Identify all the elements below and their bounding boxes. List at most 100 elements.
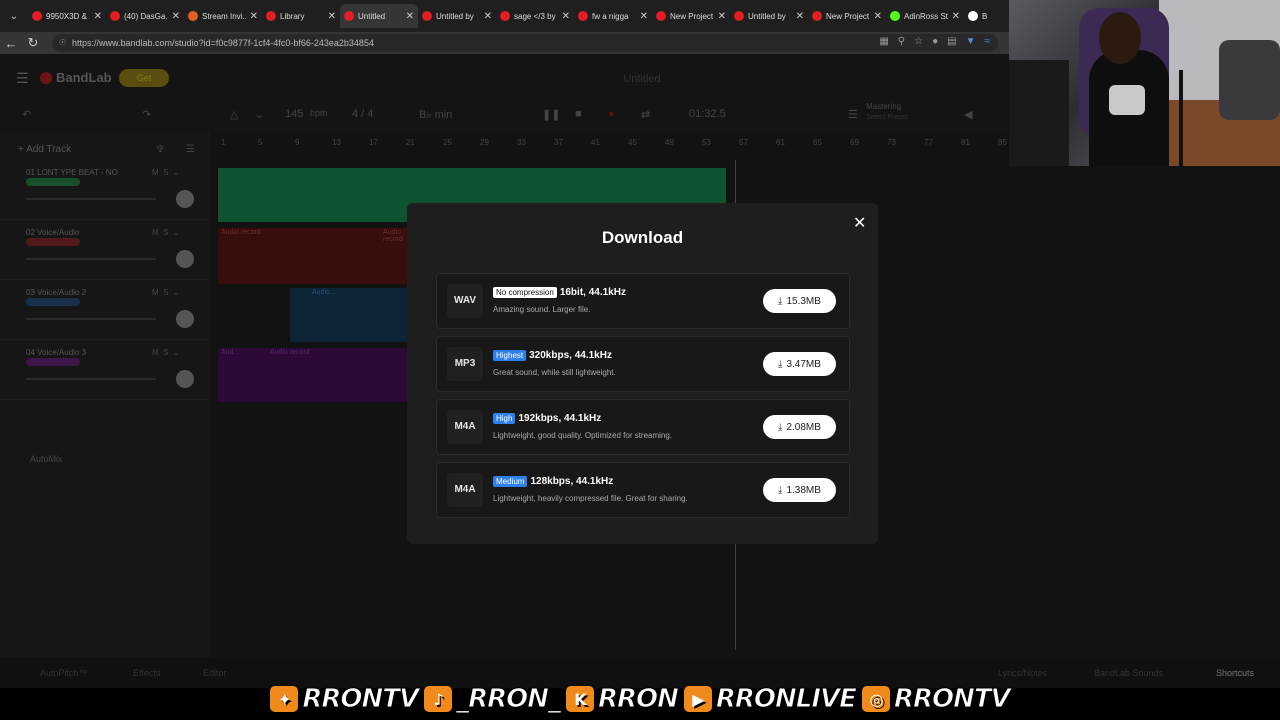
tab-close-icon[interactable]: ✕ — [406, 11, 414, 22]
track-header[interactable]: 04 Voice/Audio 3 M S ⌄ — [0, 340, 210, 400]
stop-button[interactable]: ■ — [575, 108, 582, 120]
track-header[interactable]: 02 Voice/Audio M S ⌄ — [0, 220, 210, 280]
automix-label[interactable]: AutoMix — [30, 454, 63, 464]
browser-tab[interactable]: Untitled by ✕ — [418, 4, 496, 28]
tune-icon[interactable]: ✞ — [156, 144, 164, 155]
reload-icon[interactable]: ↻ — [22, 35, 44, 51]
effects-button[interactable]: Effects — [133, 668, 160, 678]
tab-search-icon[interactable]: ⌄ — [4, 6, 24, 26]
editor-button[interactable]: Editor — [203, 668, 227, 678]
mute-solo-buttons[interactable]: M S ⌄ — [152, 288, 180, 297]
pan-knob[interactable] — [176, 370, 194, 388]
audio-clip[interactable]: Audio... — [290, 288, 408, 342]
redo-icon[interactable]: ↷ — [142, 108, 151, 121]
tab-close-icon[interactable]: ✕ — [484, 11, 492, 22]
add-track-button[interactable]: + Add Track — [18, 144, 71, 155]
download-button[interactable]: ⤓ 2.08MB — [763, 415, 836, 439]
browser-tab[interactable]: AdinRoss St ✕ — [886, 4, 964, 28]
browser-tab[interactable]: Library ✕ — [262, 4, 340, 28]
track-name[interactable]: 03 Voice/Audio 2 — [26, 288, 86, 297]
cast-icon[interactable]: ≈ — [985, 36, 991, 47]
hamburger-menu-icon[interactable]: ☰ — [16, 70, 29, 87]
apps-icon[interactable]: ▦ — [879, 36, 888, 47]
mastering-icon[interactable]: ☰ — [848, 108, 858, 121]
browser-tab[interactable]: (40) DasGa... ✕ — [106, 4, 184, 28]
track-instrument-tag[interactable] — [26, 238, 80, 246]
tab-favicon-icon — [266, 11, 276, 21]
tab-close-icon[interactable]: ✕ — [562, 11, 570, 22]
download-button[interactable]: ⤓ 3.47MB — [763, 352, 836, 376]
project-title[interactable]: Untitled — [600, 73, 684, 85]
pause-button[interactable]: ❚❚ — [542, 108, 560, 121]
download-button[interactable]: ⤓ 1.38MB — [763, 478, 836, 502]
audio-clip[interactable]: Aud... Audio record — [218, 348, 408, 402]
browser-tab[interactable]: Stream Invi... ✕ — [184, 4, 262, 28]
browser-tab[interactable]: 9950X3D & ... ✕ — [28, 4, 106, 28]
undo-icon[interactable]: ↶ — [22, 108, 31, 121]
bandlab-logo[interactable]: BandLab — [40, 70, 112, 85]
record-button[interactable]: ● — [608, 108, 615, 120]
back-icon[interactable]: ← — [0, 36, 22, 51]
tab-close-icon[interactable]: ✕ — [94, 11, 102, 22]
track-instrument-tag[interactable] — [26, 178, 80, 186]
timeline-ruler[interactable]: 1 5 9 13 17 21 25 29 33 37 41 45 49 53 57 61 65 69 73 77 81 8… — [216, 132, 1010, 154]
shield-icon[interactable]: ▼ — [966, 36, 976, 47]
zoom-icon[interactable]: ⚲ — [898, 36, 905, 47]
time-signature[interactable]: 4 / 4 — [352, 108, 373, 120]
loop-button[interactable]: ⇄ — [641, 108, 650, 121]
autopitch-button[interactable]: AutoPitch™ — [40, 668, 88, 678]
chevron-down-icon[interactable]: ⌄ — [255, 108, 264, 121]
track-instrument-tag[interactable] — [26, 358, 80, 366]
track-name[interactable]: 01 LONT YPE BEAT - NO — [26, 168, 118, 177]
site-info-icon[interactable]: ☉ — [59, 38, 66, 47]
mute-solo-buttons[interactable]: M S ⌄ — [152, 228, 180, 237]
volume-slider[interactable] — [26, 258, 156, 260]
shortcuts-button[interactable]: Shortcuts — [1216, 668, 1254, 678]
lyrics-notes-button[interactable]: Lyrics/Notes — [998, 668, 1047, 678]
download-button[interactable]: ⤓ 15.3MB — [763, 289, 836, 313]
tab-close-icon[interactable]: ✕ — [328, 11, 336, 22]
metronome-icon[interactable]: △ — [230, 108, 238, 121]
tab-close-icon[interactable]: ✕ — [250, 11, 258, 22]
get-membership-button[interactable]: Get — [119, 69, 169, 87]
track-instrument-tag[interactable] — [26, 298, 80, 306]
bookmark-icon[interactable]: ☆ — [914, 36, 923, 47]
tab-close-icon[interactable]: ✕ — [952, 11, 960, 22]
audio-clip[interactable]: Audio record Audio record — [218, 228, 408, 284]
mixer-icon[interactable]: ☰ — [186, 144, 195, 155]
volume-slider[interactable] — [26, 378, 156, 380]
mastering-preset[interactable]: Select Preset — [866, 114, 908, 121]
browser-tab[interactable]: New Project ✕ — [808, 4, 886, 28]
browser-tab[interactable]: Untitled by ✕ — [730, 4, 808, 28]
url-input[interactable]: ☉ https://www.bandlab.com/studio?id=f0c9… — [52, 34, 998, 52]
extensions-icon[interactable]: ▤ — [947, 36, 956, 47]
browser-tab[interactable]: sage </3 by ✕ — [496, 4, 574, 28]
bandlab-sounds-button[interactable]: BandLab Sounds — [1094, 668, 1163, 678]
browser-tab[interactable]: New Project ✕ — [652, 4, 730, 28]
tab-close-icon[interactable]: ✕ — [718, 11, 726, 22]
mute-solo-buttons[interactable]: M S ⌄ — [152, 348, 180, 357]
mastering-label[interactable]: Mastering — [866, 102, 901, 111]
mic-icon[interactable]: ● — [932, 36, 938, 47]
tab-close-icon[interactable]: ✕ — [796, 11, 804, 22]
pan-knob[interactable] — [176, 250, 194, 268]
tab-close-icon[interactable]: ✕ — [640, 11, 648, 22]
track-name[interactable]: 04 Voice/Audio 3 — [26, 348, 86, 357]
tab-close-icon[interactable]: ✕ — [172, 11, 180, 22]
track-header[interactable]: 01 LONT YPE BEAT - NO M S ⌄ — [0, 160, 210, 220]
close-icon[interactable]: ✕ — [853, 213, 866, 233]
tab-close-icon[interactable]: ✕ — [874, 11, 882, 22]
key-selector[interactable]: B♭ min — [419, 108, 452, 121]
pan-knob[interactable] — [176, 310, 194, 328]
mute-solo-buttons[interactable]: M S ⌄ — [152, 168, 180, 177]
file-size: 1.38MB — [786, 484, 821, 496]
volume-slider[interactable] — [26, 318, 156, 320]
track-name[interactable]: 02 Voice/Audio — [26, 228, 79, 237]
browser-tab[interactable]: Untitled ✕ — [340, 4, 418, 28]
volume-icon[interactable]: ◀ — [964, 108, 972, 121]
pan-knob[interactable] — [176, 190, 194, 208]
browser-tab[interactable]: fw a nigga ✕ — [574, 4, 652, 28]
volume-slider[interactable] — [26, 198, 156, 200]
bpm-value[interactable]: 145 — [285, 108, 303, 120]
track-header[interactable]: 03 Voice/Audio 2 M S ⌄ — [0, 280, 210, 340]
